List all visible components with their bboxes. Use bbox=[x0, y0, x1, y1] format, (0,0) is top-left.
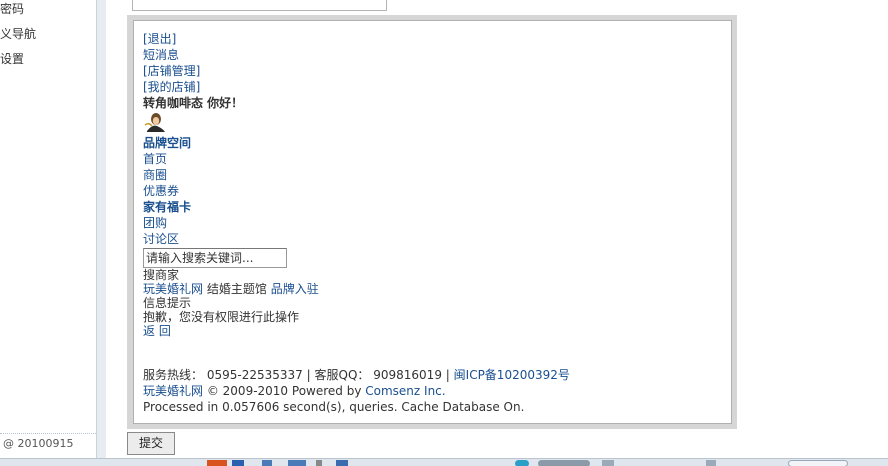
sidebar-divider bbox=[0, 433, 96, 434]
theme-hall-link[interactable]: 结婚主题馆 bbox=[207, 282, 267, 296]
tray-icon[interactable] bbox=[602, 460, 614, 466]
my-shop-link[interactable]: [我的店铺] bbox=[143, 79, 200, 95]
nav-forum[interactable]: 讨论区 bbox=[143, 231, 179, 247]
tool-icon[interactable] bbox=[316, 460, 322, 466]
footer-contact: 服务热线： 0595-22535337 | 客服QQ： 909816019 | … bbox=[143, 367, 570, 383]
keyboard-icon[interactable] bbox=[288, 460, 306, 466]
sidebar-item-settings[interactable]: 设置 bbox=[0, 51, 24, 67]
search-input[interactable]: 请输入搜索关键词... bbox=[143, 248, 287, 268]
messages-link[interactable]: 短消息 bbox=[143, 47, 179, 63]
nav-coupons[interactable]: 优惠券 bbox=[143, 183, 179, 199]
sidebar-item-password[interactable]: 密码 bbox=[0, 1, 24, 17]
hotline-number: 0595-22535337 bbox=[206, 368, 303, 382]
sidebar-border bbox=[96, 0, 106, 458]
taskbar bbox=[0, 458, 888, 466]
greeting-text: 转角咖啡态 你好！ bbox=[143, 96, 244, 110]
input-method-icon[interactable] bbox=[207, 460, 227, 466]
tray-icon[interactable] bbox=[706, 460, 716, 466]
footer-separator: | bbox=[306, 368, 311, 382]
punctuation-icon[interactable] bbox=[262, 460, 272, 466]
top-text-field[interactable] bbox=[132, 0, 387, 11]
copyright-text: © 2009-2010 Powered by bbox=[206, 384, 362, 398]
nav-group-buy[interactable]: 团购 bbox=[143, 215, 167, 231]
qq-label: 客服QQ： bbox=[314, 368, 370, 382]
nav-business-circle[interactable]: 商圈 bbox=[143, 167, 167, 183]
footer-copyright: 玩美婚礼网 © 2009-2010 Powered by Comsenz Inc… bbox=[143, 383, 446, 399]
shop-manage-link[interactable]: [店铺管理] bbox=[143, 63, 200, 79]
settings-icon[interactable] bbox=[336, 460, 348, 466]
version-text: @ 20100915 bbox=[3, 437, 74, 450]
footer-separator: | bbox=[445, 368, 450, 382]
submit-button[interactable]: 提交 bbox=[127, 432, 175, 455]
nav-family-card[interactable]: 家有福卡 bbox=[143, 199, 191, 215]
admin-sidebar: 密码 义导航 设置 @ 20100915 bbox=[0, 0, 96, 458]
site-link[interactable]: 玩美婚礼网 bbox=[143, 282, 203, 296]
chinese-mode-icon[interactable] bbox=[232, 460, 244, 466]
footer-site-link[interactable]: 玩美婚礼网 bbox=[143, 384, 203, 398]
nav-brand-space[interactable]: 品牌空间 bbox=[143, 135, 191, 151]
nav-home[interactable]: 首页 bbox=[143, 151, 167, 167]
network-icon[interactable] bbox=[515, 460, 529, 466]
logout-link[interactable]: [退出] bbox=[143, 31, 176, 47]
back-link[interactable]: 返 回 bbox=[143, 323, 171, 339]
user-avatar-icon[interactable] bbox=[143, 111, 167, 133]
brand-join-link[interactable]: 品牌入驻 bbox=[271, 282, 319, 296]
hotline-label: 服务热线： bbox=[143, 368, 204, 382]
processed-info: Processed in 0.057606 second(s), queries… bbox=[143, 400, 525, 414]
qq-number: 909816019 bbox=[373, 368, 442, 382]
preview-panel bbox=[133, 20, 732, 424]
sidebar-item-custom-nav[interactable]: 义导航 bbox=[0, 26, 36, 42]
toggle-icon[interactable] bbox=[538, 460, 590, 466]
comsenz-link[interactable]: Comsenz Inc. bbox=[365, 384, 445, 398]
icp-link[interactable]: 闽ICP备10200392号 bbox=[454, 368, 570, 382]
taskbar-search-box[interactable] bbox=[788, 460, 848, 466]
